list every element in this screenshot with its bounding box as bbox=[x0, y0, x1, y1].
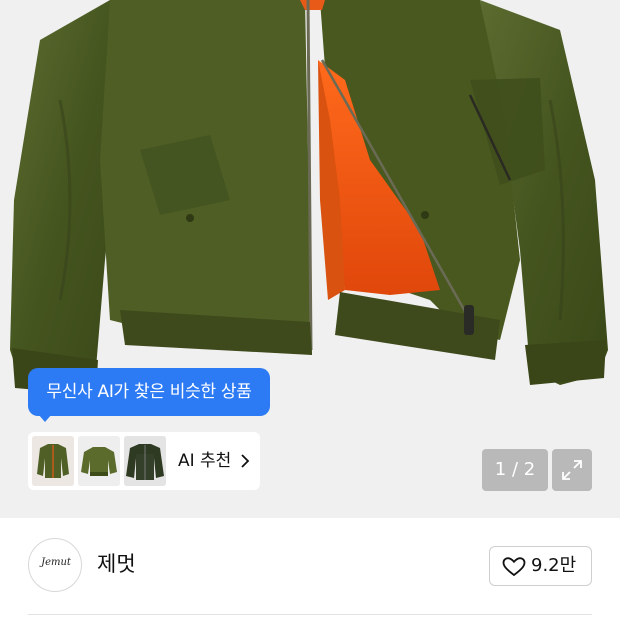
ai-recommend-card[interactable]: AI 추천 bbox=[28, 432, 260, 490]
recommend-thumbnail[interactable] bbox=[32, 436, 74, 486]
expand-button[interactable] bbox=[552, 449, 592, 491]
product-image-carousel[interactable]: 무신사 AI가 찾은 비슷한 상품 AI 추천 1 / 2 bbox=[0, 0, 620, 518]
brand-row: Jemut 제멋 9.2만 bbox=[0, 518, 620, 616]
brand-name[interactable]: 제멋 bbox=[97, 548, 136, 578]
like-count: 9.2만 bbox=[531, 555, 577, 576]
ai-similar-products-tooltip[interactable]: 무신사 AI가 찾은 비슷한 상품 bbox=[28, 368, 270, 416]
like-button[interactable]: 9.2만 bbox=[489, 546, 592, 586]
tooltip-tail bbox=[38, 414, 52, 422]
brand-logo-text: Jemut bbox=[41, 557, 71, 568]
product-page: 무신사 AI가 찾은 비슷한 상품 AI 추천 1 / 2 Jemut 제멋 9… bbox=[0, 0, 620, 620]
recommend-thumbnail[interactable] bbox=[78, 436, 120, 486]
ai-recommend-label[interactable]: AI 추천 bbox=[178, 432, 231, 490]
image-pager: 1 / 2 bbox=[482, 449, 548, 491]
chevron-right-icon bbox=[241, 454, 250, 468]
brand-logo[interactable]: Jemut bbox=[28, 538, 82, 592]
recommend-thumbnail[interactable] bbox=[124, 436, 166, 486]
heart-icon bbox=[502, 557, 526, 577]
divider bbox=[28, 614, 592, 615]
expand-icon bbox=[562, 460, 582, 480]
